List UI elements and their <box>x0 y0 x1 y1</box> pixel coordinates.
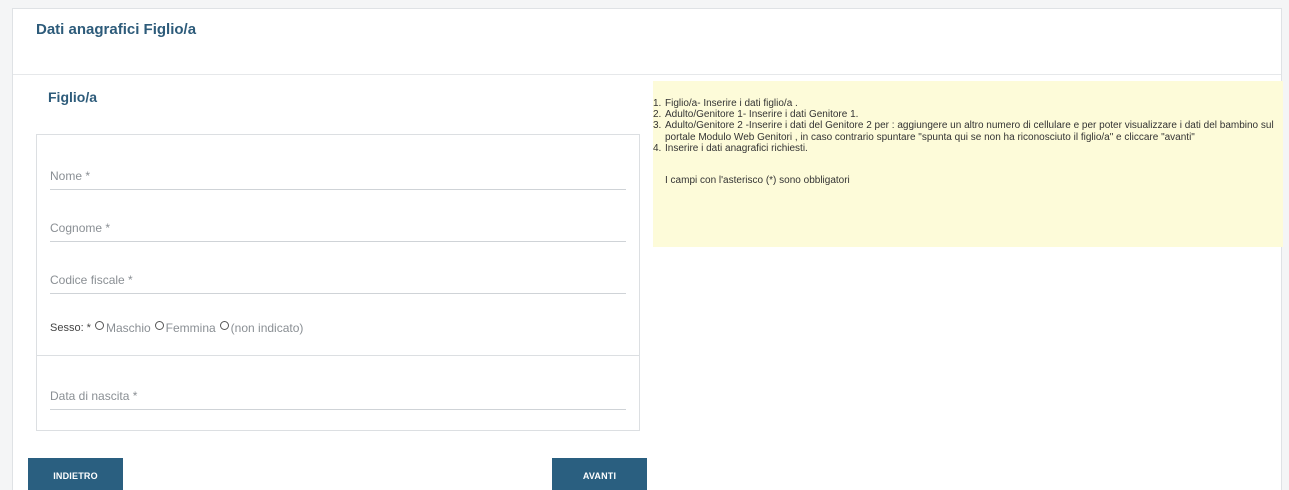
help-item-number: 3. <box>653 120 662 132</box>
data-nascita-field[interactable] <box>50 382 626 410</box>
radio-maschio[interactable]: Maschio <box>94 320 151 335</box>
help-item-text: Adulto/Genitore 2 -Inserire i dati del G… <box>665 120 1274 143</box>
cognome-field[interactable] <box>50 214 626 242</box>
help-item-text: Adulto/Genitore 1- Inserire i dati Genit… <box>665 109 859 121</box>
data-nascita-input[interactable] <box>50 382 626 409</box>
sesso-radio-group: Sesso: * Maschio Femmina (non indicato) <box>50 320 307 335</box>
cognome-input[interactable] <box>50 214 626 241</box>
radio-non-indicato[interactable]: (non indicato) <box>219 320 304 335</box>
radio-circle-icon[interactable] <box>94 320 104 330</box>
radio-femmina-label: Femmina <box>165 321 216 335</box>
help-item: 2. Adulto/Genitore 1- Inserire i dati Ge… <box>653 109 1275 120</box>
help-item: 1. Figlio/a- Inserire i dati figlio/a . <box>653 98 1275 109</box>
section-title: Figlio/a <box>48 89 97 105</box>
child-data-form: Sesso: * Maschio Femmina (non indicato) <box>36 134 640 431</box>
next-button[interactable]: AVANTI <box>552 458 647 490</box>
help-item-number: 2. <box>653 109 662 121</box>
help-item-text: Inserire i dati anagrafici richiesti. <box>665 142 808 154</box>
back-button[interactable]: INDIETRO <box>28 458 123 490</box>
nome-field[interactable] <box>50 162 626 190</box>
radio-circle-icon[interactable] <box>219 320 229 330</box>
sesso-label: Sesso: * <box>50 322 91 334</box>
form-divider <box>37 355 639 356</box>
radio-circle-icon[interactable] <box>154 320 164 330</box>
help-item: 3. Adulto/Genitore 2 -Inserire i dati de… <box>653 120 1275 142</box>
help-item: 4. Inserire i dati anagrafici richiesti. <box>653 143 1275 154</box>
codice-fiscale-input[interactable] <box>50 266 626 293</box>
nome-input[interactable] <box>50 162 626 189</box>
radio-femmina[interactable]: Femmina <box>154 320 216 335</box>
radio-maschio-label: Maschio <box>105 321 151 335</box>
form-card: Dati anagrafici Figlio/a Figlio/a Sesso:… <box>12 8 1283 490</box>
help-item-text: Figlio/a- Inserire i dati figlio/a . <box>665 98 798 109</box>
help-list: 1. Figlio/a- Inserire i dati figlio/a . … <box>653 98 1275 154</box>
page-title: Dati anagrafici Figlio/a <box>36 21 197 38</box>
radio-non-indicato-label: (non indicato) <box>230 321 304 335</box>
help-panel: 1. Figlio/a- Inserire i dati figlio/a . … <box>653 81 1283 247</box>
help-item-number: 1. <box>653 98 662 109</box>
required-fields-note: I campi con l'asterisco (*) sono obbliga… <box>665 175 850 187</box>
page-header: Dati anagrafici Figlio/a <box>13 9 1281 75</box>
help-item-number: 4. <box>653 142 662 154</box>
codice-fiscale-field[interactable] <box>50 266 626 294</box>
